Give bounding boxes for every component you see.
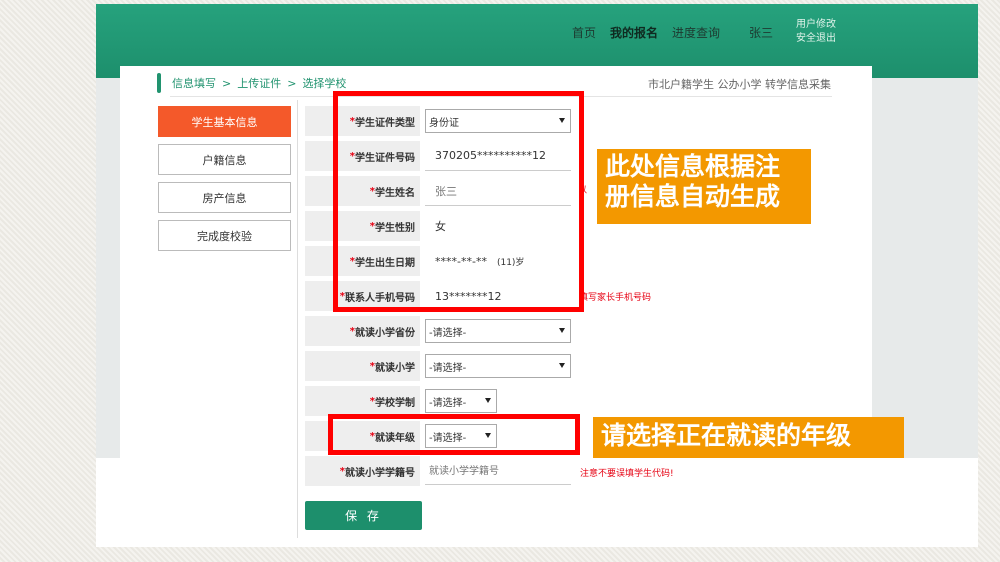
- nav-progress-query[interactable]: 进度查询: [672, 24, 720, 41]
- user-links: 用户修改 安全退出: [796, 18, 836, 46]
- contact-phone-hint: 填写家长手机号码: [579, 293, 652, 303]
- school-value: -请选择-: [429, 362, 467, 374]
- chevron-down-icon: [559, 363, 565, 368]
- save-button[interactable]: 保 存: [305, 501, 422, 530]
- nav-my-registration[interactable]: 我的报名: [610, 24, 658, 41]
- breadcrumb-separator: >: [222, 76, 232, 90]
- row-school-roll: * 就读小学学籍号: [305, 456, 571, 486]
- province-select[interactable]: -请选择-: [425, 319, 571, 343]
- school-roll-label: 就读小学学籍号: [345, 467, 415, 479]
- row-school-system: * 学校学制 -请选择-: [305, 386, 571, 416]
- sidebar-item-property[interactable]: 房产信息: [158, 182, 291, 213]
- breadcrumb-marker: [157, 73, 161, 93]
- sidebar-item-completion-check[interactable]: 完成度校验: [158, 220, 291, 251]
- sidebar: 学生基本信息 户籍信息 房产信息 完成度校验: [158, 106, 291, 258]
- school-roll-hint: 注意不要误填学生代码!: [580, 469, 674, 479]
- breadcrumb-upload[interactable]: 上传证件: [237, 75, 281, 91]
- row-school: * 就读小学 -请选择-: [305, 351, 571, 381]
- breadcrumb-info[interactable]: 信息填写: [172, 75, 216, 91]
- callout-grade: 请选择正在就读的年级: [593, 417, 904, 458]
- callout-auto-filled-line1: 此处信息根据注: [605, 152, 781, 181]
- callout-auto-filled-line2: 册信息自动生成: [605, 182, 781, 211]
- school-roll-input[interactable]: [425, 459, 571, 485]
- highlight-box-grade: [328, 414, 580, 455]
- school-label: 就读小学: [375, 362, 415, 374]
- callout-auto-filled: 此处信息根据注 册信息自动生成: [597, 149, 811, 224]
- nav-username: 张三: [749, 26, 774, 40]
- breadcrumb-school[interactable]: 选择学校: [302, 75, 346, 91]
- row-province: * 就读小学省份 -请选择-: [305, 316, 571, 346]
- school-select[interactable]: -请选择-: [425, 354, 571, 378]
- nav-home[interactable]: 首页: [572, 24, 596, 41]
- column-divider: [297, 100, 298, 538]
- school-system-label: 学校学制: [375, 397, 415, 409]
- school-system-value: -请选择-: [429, 397, 467, 409]
- edit-user-link[interactable]: 用户修改: [796, 18, 836, 32]
- chevron-down-icon: [485, 398, 491, 403]
- highlight-box-auto-filled: [333, 91, 584, 312]
- school-system-select[interactable]: -请选择-: [425, 389, 497, 413]
- province-value: -请选择-: [429, 327, 467, 339]
- breadcrumb-separator: >: [287, 76, 297, 90]
- sidebar-item-household[interactable]: 户籍信息: [158, 144, 291, 175]
- breadcrumb: 信息填写 > 上传证件 > 选择学校: [172, 75, 346, 91]
- logout-link[interactable]: 安全退出: [796, 32, 836, 46]
- chevron-down-icon: [559, 328, 565, 333]
- page-title: 市北户籍学生 公办小学 转学信息采集: [648, 78, 831, 91]
- province-label: 就读小学省份: [355, 327, 415, 339]
- sidebar-item-student-info[interactable]: 学生基本信息: [158, 106, 291, 137]
